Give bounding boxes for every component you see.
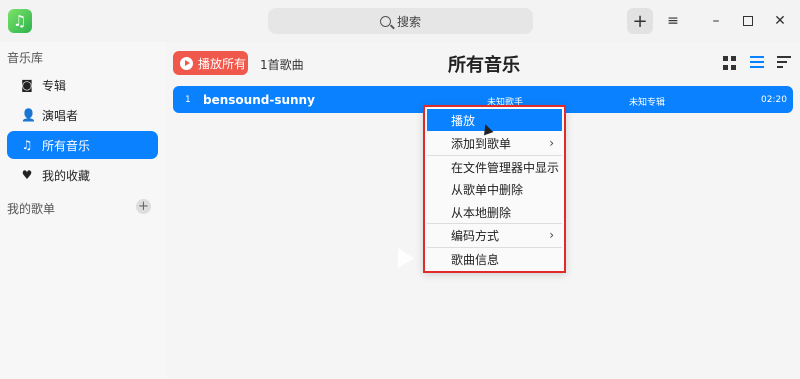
play-all-button[interactable]: 播放所有 [173, 51, 248, 75]
song-album: 未知专辑 [629, 98, 666, 108]
music-note-icon: ♫ [21, 138, 33, 152]
sidebar-item-label: 专辑 [42, 78, 67, 93]
titlebar: ♫ 搜索 + ≡ – ✕ [0, 0, 800, 42]
page-title: 所有音乐 [448, 55, 520, 76]
grid-view-icon[interactable] [723, 56, 737, 70]
menu-item-label: 歌曲信息 [451, 252, 500, 267]
menu-item-remove-from-playlist[interactable]: 从歌单中删除 [427, 178, 562, 200]
library-title: 音乐库 [7, 51, 44, 65]
menu-icon[interactable]: ≡ [660, 8, 686, 34]
sidebar-item-all-music[interactable]: ♫ 所有音乐 [7, 131, 158, 159]
sidebar-item-label: 我的收藏 [42, 168, 91, 183]
chevron-right-icon: › [549, 136, 554, 150]
search-placeholder: 搜索 [396, 14, 421, 29]
sidebar-item-label: 演唱者 [42, 108, 79, 123]
sidebar-item-favorites[interactable]: ♥ 我的收藏 [7, 161, 158, 189]
menu-item-delete-local[interactable]: 从本地删除 [427, 201, 562, 223]
search-icon [379, 15, 391, 27]
close-button[interactable]: ✕ [767, 8, 793, 34]
menu-item-add-to-playlist[interactable]: 添加到歌单 › [427, 132, 562, 154]
play-icon [180, 56, 193, 70]
sidebar: 音乐库 ◙ 专辑 👤 演唱者 ♫ 所有音乐 ♥ 我的收藏 我的歌单 + [0, 42, 166, 379]
menu-item-label: 从本地删除 [451, 205, 512, 220]
search-input[interactable]: 搜索 [268, 8, 533, 34]
sidebar-item-label: 所有音乐 [42, 138, 91, 153]
menu-item-play[interactable]: 播放 [427, 109, 562, 131]
playlist-title: 我的歌单 [7, 202, 56, 216]
album-icon: ◙ [21, 78, 33, 92]
minimize-button[interactable]: – [703, 8, 729, 34]
menu-item-label: 播放 [451, 113, 476, 128]
menu-item-label: 在文件管理器中显示 [451, 160, 560, 175]
menu-item-song-info[interactable]: 歌曲信息 [427, 248, 562, 270]
heart-icon: ♥ [21, 168, 33, 182]
context-menu: 播放 添加到歌单 › 在文件管理器中显示 从歌单中删除 从本地删除 编码方式 ›… [423, 105, 566, 273]
song-count: 1首歌曲 [260, 58, 304, 72]
app-icon: ♫ [8, 9, 32, 33]
maximize-button[interactable] [735, 8, 761, 34]
play-icon [398, 248, 414, 268]
add-button[interactable]: + [627, 8, 653, 34]
maximize-icon [743, 16, 753, 26]
sort-icon[interactable] [777, 56, 791, 70]
list-view-icon[interactable] [750, 56, 764, 70]
add-playlist-button[interactable]: + [136, 199, 151, 214]
chevron-right-icon: › [549, 228, 554, 242]
menu-item-label: 编码方式 [451, 228, 500, 243]
play-all-label: 播放所有 [198, 56, 247, 71]
song-title: bensound-sunny [203, 93, 315, 107]
menu-item-encoding[interactable]: 编码方式 › [427, 224, 562, 246]
sidebar-item-singer[interactable]: 👤 演唱者 [7, 101, 158, 129]
menu-item-label: 从歌单中删除 [451, 182, 524, 197]
singer-icon: 👤 [21, 108, 36, 122]
song-duration: 02:20 [761, 95, 787, 105]
song-number: 1 [185, 95, 191, 105]
sidebar-item-album[interactable]: ◙ 专辑 [7, 71, 158, 99]
menu-item-label: 添加到歌单 [451, 136, 512, 151]
menu-item-show-in-file-manager[interactable]: 在文件管理器中显示 [427, 156, 562, 178]
